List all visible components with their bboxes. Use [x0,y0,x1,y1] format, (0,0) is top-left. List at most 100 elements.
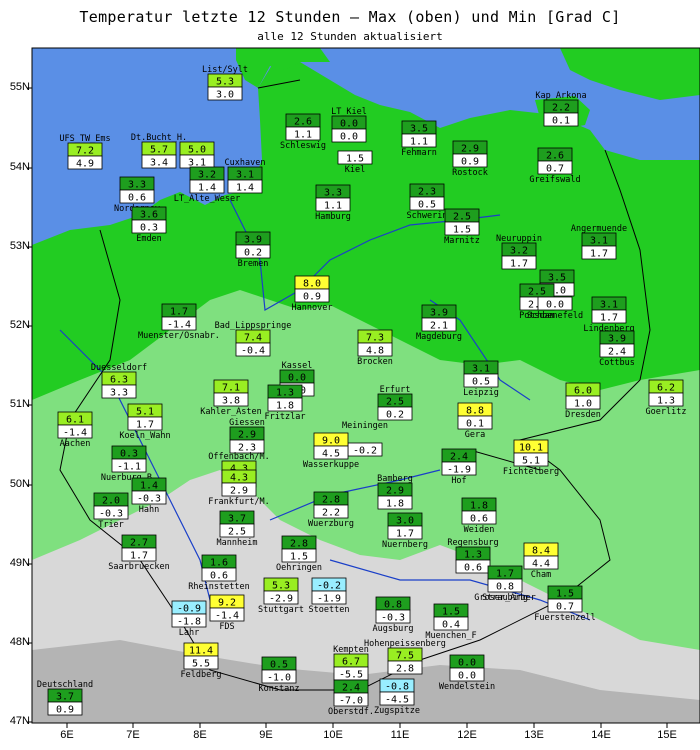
station-name: Mannheim [217,538,258,548]
min-value: 3.3 [110,388,128,399]
station-name: Stoetten [309,605,350,615]
min-value: 2.8 [396,664,414,675]
min-value: -5.5 [339,670,363,681]
min-value: 0.9 [461,157,479,168]
max-value: 2.6 [294,117,312,128]
max-value: 2.4 [342,683,360,694]
min-value: 0.4 [442,620,460,631]
min-value: 1.7 [590,249,608,260]
station-oberstdf-: 2.4 -7.0Oberstdf. [328,679,374,717]
max-value: 7.2 [76,146,94,157]
station-name: FDS [219,622,234,632]
max-value: 8.4 [532,546,550,557]
min-value: 0.1 [552,116,570,127]
max-value: 3.9 [608,334,626,345]
min-value: 1.7 [136,420,154,431]
min-value: -1.4 [63,428,87,439]
lat-label: 52N [9,319,30,331]
min-value: 5.1 [522,456,540,467]
max-value: 0.0 [288,373,306,384]
max-value: 5.7 [150,145,168,156]
temperature-map: 5.33.0List/Sylt0.00.0LT_Kiel2.61.1Schles… [27,47,700,728]
max-value: 2.8 [322,495,340,506]
lat-label: 49N [9,557,30,569]
station-feldberg: 11.4 5.5Feldberg [181,642,221,680]
station-name: Regensburg [447,538,498,548]
station-unnamed-8: 5.03.1 [179,141,215,169]
min-value: -1.0 [267,673,291,684]
station-name: Angermuende [571,224,627,234]
min-value: 0.6 [210,571,228,582]
max-value: 8.0 [303,279,321,290]
max-value: 2.5 [528,287,546,298]
max-value: 2.5 [453,212,471,223]
min-value: 3.8 [222,396,240,407]
max-value: 1.6 [210,558,228,569]
max-value: 1.3 [276,388,294,399]
max-value: 7.3 [366,333,384,344]
station-augsburg: 0.8 -0.3Augsburg [373,596,413,634]
station-lt-kiel: 0.0 0.0 LT_Kiel [331,107,367,143]
min-value: 0.0 [458,671,476,682]
station-name: Schwerin [407,211,448,221]
max-value: -0.2 [317,581,341,592]
lon-label: 8E [193,729,207,741]
lon-label: 12E [457,729,477,741]
lon-label: 15E [657,729,677,741]
max-value: -0.8 [385,682,409,693]
max-value: 2.6 [546,151,564,162]
lat-label: 47N [9,715,30,727]
station-dresden: 6.0 1.0Dresden [565,382,601,420]
station-name: Gera [465,430,485,440]
max-value: 0.5 [270,660,288,671]
max-value: 7.1 [222,383,240,394]
lon-label: 10E [323,729,343,741]
min-value: 0.5 [472,377,490,388]
max-value: 0.3 [120,449,138,460]
min-value: -0.3 [137,494,161,505]
min-value: 1.3 [657,396,675,407]
max-value: 3.3 [324,188,342,199]
max-value: 3.1 [472,364,490,375]
min-value: 0.0 [546,300,564,311]
min-value: 0.7 [546,164,564,175]
station-rostock: 2.9 0.9Rostock [452,140,488,178]
station-name: Hahn [139,505,159,515]
station-marnitz: 2.5 1.5Marnitz [444,208,480,246]
station-name: Schoenefeld [527,311,583,321]
min-value: 1.7 [396,529,414,540]
max-value: 2.9 [386,486,404,497]
station-name: Wendelstein [439,682,495,692]
lon-label: 7E [126,729,140,741]
max-value: 2.3 [418,187,436,198]
max-value: 3.6 [140,210,158,221]
max-value: 6.3 [110,375,128,386]
max-value: 2.7 [130,538,148,549]
max-value: 6.0 [574,386,592,397]
station-name: Deutschland [37,680,93,690]
station-oehringen: 2.8 1.5Oehringen [276,535,322,573]
min-value: 0.5 [418,200,436,211]
station-name: Weiden [464,525,495,535]
min-value: -0.2 [353,446,377,457]
station-fehmarn: 3.5 1.1Fehmarn [401,120,437,158]
min-value: 2.9 [230,486,248,497]
min-value: -2.9 [269,594,293,605]
min-value: 1.0 [574,399,592,410]
min-value: 1.8 [386,499,404,510]
max-value: 3.9 [430,308,448,319]
min-value: 0.3 [140,223,158,234]
min-value: 1.8 [276,401,294,412]
min-value: 4.9 [76,159,94,170]
station-name: LT_Kiel [331,107,367,117]
min-value: 3.0 [216,90,234,101]
lon-label: 14E [591,729,611,741]
max-value: 1.3 [464,550,482,561]
max-value: 1.4 [140,481,158,492]
station-name: Frankfurt/M. [208,497,269,507]
max-value: 6.1 [66,415,84,426]
min-value: 0.6 [128,193,146,204]
max-value: 1.8 [470,501,488,512]
station-stuttgart: 5.3 -2.9Stuttgart [258,577,304,615]
station-name: Oehringen [276,563,322,573]
